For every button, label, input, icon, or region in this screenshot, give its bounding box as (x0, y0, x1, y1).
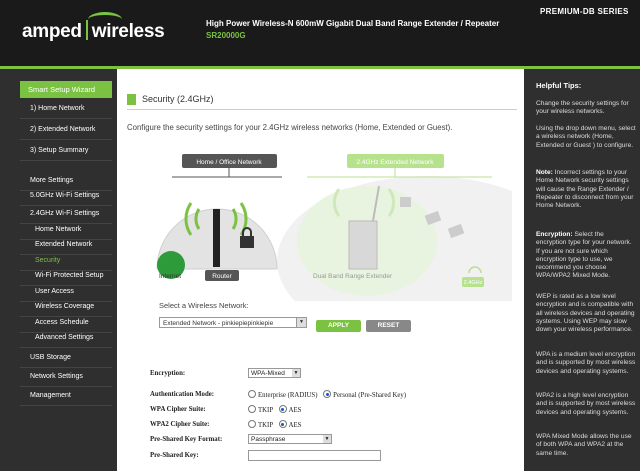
wpa-aes-radio[interactable] (278, 405, 287, 413)
wpa-cipher-control: TKIP AES (248, 405, 301, 414)
router-caption: Router (212, 273, 232, 280)
title-divider (127, 109, 517, 110)
auth-enterprise-radio[interactable] (248, 390, 256, 398)
extended-network-label: 2.4GHz Extended Network (357, 159, 435, 166)
psk-input[interactable] (248, 450, 381, 461)
psk-format-select[interactable]: Passphrase ▼ (248, 434, 332, 444)
help-text-8: WPA Mixed Mode allows the use of both WP… (536, 433, 632, 457)
encryption-select-value: WPA-Mixed (251, 370, 285, 377)
psk-format-value: Passphrase (251, 436, 286, 443)
auth-mode-control: Enterprise (RADIUS) Personal (Pre-Shared… (248, 390, 406, 399)
auth-personal-label: Personal (Pre-Shared Key) (333, 392, 407, 399)
lock-icon (240, 236, 254, 248)
auth-enterprise-label: Enterprise (RADIUS) (258, 392, 318, 399)
logo-swoosh-icon (88, 12, 122, 27)
psk-format-control: Passphrase ▼ (248, 434, 332, 444)
product-model: SR20000G (206, 31, 246, 40)
help-text-1: Change the security settings for your wi… (536, 100, 629, 116)
section-marker (127, 94, 136, 105)
chevron-down-icon: ▼ (292, 369, 300, 377)
sidebar-item-home-network-step[interactable]: 1) Home Network (20, 98, 112, 119)
help-text-5: WEP is rated as a low level encryption a… (536, 293, 635, 334)
network-diagram: Home / Office Network 2.4GHz Extended Ne… (156, 154, 512, 301)
help-text-3: Note: Incorrect settings to your Home Ne… (536, 169, 636, 210)
sidebar-item-advanced-settings[interactable]: Advanced Settings (20, 327, 112, 348)
page-title: Security (2.4GHz) (142, 94, 214, 104)
sidebar-item-smart-setup-wizard[interactable]: Smart Setup Wizard (20, 81, 112, 98)
product-title: High Power Wireless-N 600mW Gigabit Dual… (206, 19, 500, 28)
sidebar-item-network-settings[interactable]: Network Settings (20, 366, 112, 387)
wpa-tkip-radio[interactable] (248, 405, 256, 413)
help-text-2: Using the drop down menu, select a wirel… (536, 125, 636, 149)
wpa-aes-label: AES (288, 407, 302, 414)
wpa2-tkip-radio[interactable] (248, 420, 256, 428)
extender-caption: Dual Band Range Extender (313, 273, 393, 280)
band-badge-text: 2.4GHz (464, 280, 483, 286)
sidebar-item-setup-summary[interactable]: 3) Setup Summary (20, 140, 112, 161)
psk-format-label: Pre-Shared Key Format: (150, 436, 223, 443)
header: amped wireless High Power Wireless-N 600m… (0, 0, 640, 66)
brand-left: amped (22, 21, 82, 42)
sidebar-item-usb-storage[interactable]: USB Storage (20, 347, 112, 368)
internet-caption: Internet (159, 273, 181, 280)
wpa-cipher-label: WPA Cipher Suite: (150, 406, 206, 413)
wpa2-aes-radio[interactable] (278, 420, 287, 428)
auth-personal-radio[interactable] (323, 390, 332, 398)
psk-label: Pre-Shared Key: (150, 452, 199, 459)
encryption-control: WPA-Mixed ▼ (248, 368, 301, 378)
home-network-label: Home / Office Network (196, 159, 262, 166)
wpa2-cipher-label: WPA2 Cipher Suite: (150, 421, 210, 428)
encryption-label: Encryption: (150, 370, 186, 377)
wpa2-aes-label: AES (288, 422, 302, 429)
help-text-7: WPA2 is a high level encryption and is s… (536, 392, 636, 416)
extender-device-icon (348, 220, 378, 270)
help-encryption-text: Select the encryption type for your netw… (536, 231, 632, 280)
help-title: Helpful Tips: (536, 81, 582, 90)
wpa2-tkip-label: TKIP (258, 422, 273, 429)
sidebar: Smart Setup Wizard 1) Home Network 2) Ex… (0, 69, 117, 471)
help-panel: Helpful Tips: Change the security settin… (524, 69, 640, 471)
apply-button[interactable]: APPLY (316, 320, 361, 332)
network-select[interactable]: Extended Network - pinkiepiepinkiepie ▼ (159, 317, 307, 328)
network-select-value: Extended Network - pinkiepiepinkiepie (163, 320, 274, 327)
encryption-select[interactable]: WPA-Mixed ▼ (248, 368, 301, 378)
sidebar-item-management[interactable]: Management (20, 385, 112, 406)
chevron-down-icon: ▼ (296, 318, 306, 327)
brand-logo[interactable]: amped wireless (22, 12, 165, 43)
chevron-down-icon: ▼ (323, 435, 331, 443)
router-device-icon (213, 209, 220, 267)
help-text-4: Encryption: Select the encryption type f… (536, 231, 636, 281)
help-encryption-bold: Encryption: (536, 231, 573, 238)
page-description: Configure the security settings for your… (127, 123, 453, 132)
auth-mode-label: Authentication Mode: (150, 391, 214, 398)
help-text-6: WPA is a medium level encryption and is … (536, 351, 636, 375)
help-note-bold: Note: (536, 169, 553, 176)
reset-button[interactable]: RESET (366, 320, 411, 332)
select-network-label: Select a Wireless Network: (159, 301, 249, 310)
main-content: Security (2.4GHz) Configure the security… (117, 69, 524, 471)
wpa-tkip-label: TKIP (258, 407, 273, 414)
lock-icon-extended (400, 197, 411, 207)
sidebar-item-extended-network-step[interactable]: 2) Extended Network (20, 119, 112, 140)
series-label: PREMIUM-DB SERIES (540, 7, 629, 16)
wpa2-cipher-control: TKIP AES (248, 420, 301, 429)
